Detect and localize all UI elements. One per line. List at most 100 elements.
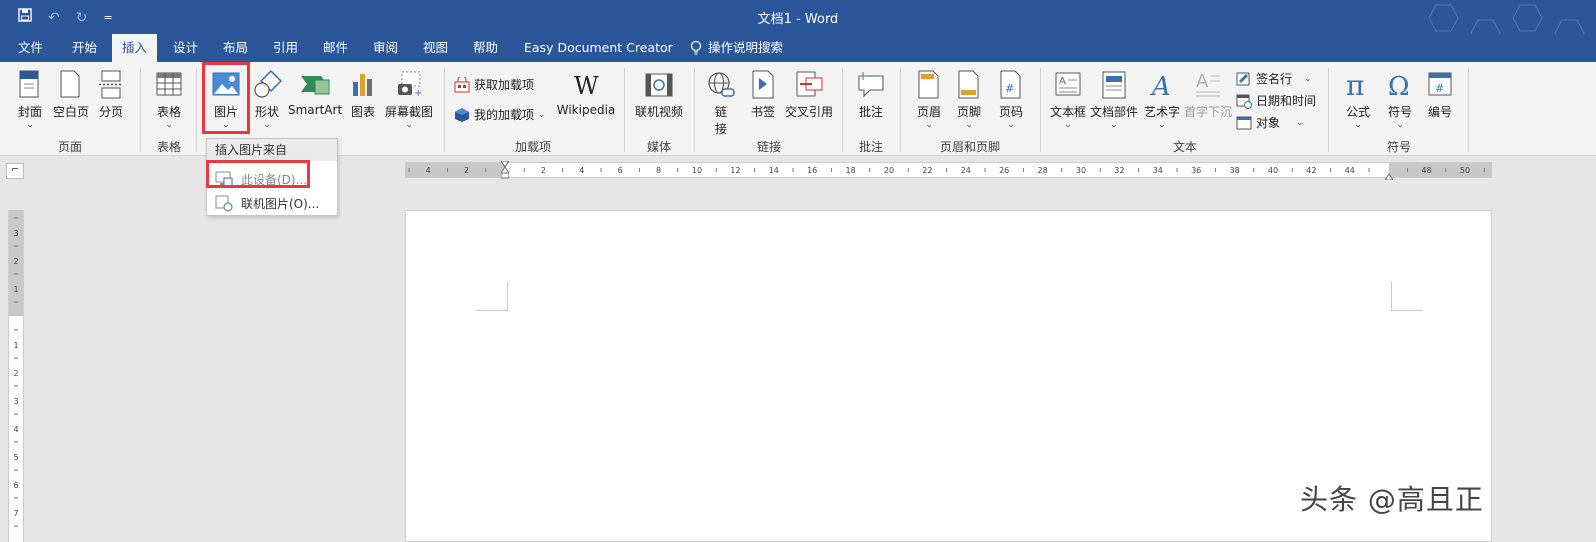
- bookmark-button[interactable]: 书签: [746, 70, 780, 120]
- number-button[interactable]: # 编号: [1422, 70, 1458, 120]
- wordart-button[interactable]: A 艺术字 ⌄: [1142, 70, 1182, 130]
- chevron-down-icon: ⌄: [1296, 117, 1304, 128]
- store-icon: [454, 76, 470, 92]
- watermark-text: 头条 @高且正: [1300, 483, 1484, 516]
- chevron-down-icon: ⌄: [1064, 120, 1072, 130]
- tab-home[interactable]: 开始: [62, 34, 107, 62]
- ruler-label: 3: [13, 397, 18, 406]
- indent-marker[interactable]: [500, 160, 510, 179]
- tab-stop-selector[interactable]: ⌐: [6, 163, 24, 179]
- smartart-button[interactable]: SmartArt: [288, 70, 342, 117]
- pi-icon: π: [1346, 70, 1364, 100]
- blank-page-button[interactable]: 空白页: [50, 70, 92, 120]
- chevron-down-icon: ⌄: [1110, 120, 1118, 130]
- tab-file[interactable]: 文件: [8, 34, 53, 62]
- table-label: 表格: [156, 105, 181, 119]
- chevron-down-icon: ⌄: [405, 120, 413, 130]
- svg-text:π: π: [1346, 70, 1364, 100]
- group-label-tables: 表格: [156, 140, 181, 154]
- ruler-label: 12: [730, 166, 740, 175]
- signature-line-button[interactable]: 签名行 ⌄: [1236, 70, 1312, 87]
- tab-help[interactable]: 帮助: [463, 34, 508, 62]
- chevron-down-icon: ⌄: [1007, 120, 1015, 130]
- tell-me-label: 操作说明搜索: [708, 40, 784, 55]
- blank-page-label: 空白页: [52, 105, 89, 119]
- cube-icon: [455, 107, 469, 122]
- group-separator: [1468, 68, 1469, 152]
- textbox-label: 文本框: [1049, 105, 1086, 119]
- date-time-button[interactable]: 日期和时间: [1236, 92, 1316, 109]
- ruler-ticks: 3 2 1 1 2 3 4 5 6 7: [13, 217, 19, 527]
- group-label-header-footer: 页眉和页脚: [939, 140, 1000, 154]
- tab-layout[interactable]: 布局: [213, 34, 258, 62]
- date-time-label: 日期和时间: [1256, 94, 1317, 108]
- symbol-button[interactable]: Ω 符号 ⌄: [1382, 70, 1418, 130]
- object-button[interactable]: 对象 ⌄: [1236, 114, 1304, 131]
- vertical-ruler[interactable]: 3 2 1 1 2 3 4 5 6 7: [8, 210, 24, 542]
- tab-review[interactable]: 审阅: [363, 34, 408, 62]
- shapes-label: 形状: [254, 105, 279, 119]
- header-button[interactable]: 页眉 ⌄: [912, 70, 946, 130]
- page-number-icon: #: [1000, 70, 1021, 99]
- ruler-label: 1: [13, 341, 18, 350]
- page-number-button[interactable]: # 页码 ⌄: [994, 70, 1028, 130]
- group-separator: [1040, 68, 1041, 152]
- group-separator: [444, 68, 445, 152]
- online-video-label: 联机视频: [634, 105, 683, 119]
- footer-button[interactable]: 页脚 ⌄: [952, 70, 986, 130]
- cover-page-label: 封面: [17, 105, 42, 119]
- right-indent-marker[interactable]: [1384, 169, 1394, 181]
- wikipedia-button[interactable]: W Wikipedia: [556, 70, 616, 117]
- wikipedia-icon: W: [574, 72, 599, 100]
- svg-text:Ω: Ω: [1388, 72, 1410, 100]
- cover-page-button[interactable]: 封面 ⌄: [12, 70, 48, 130]
- tab-design[interactable]: 设计: [163, 34, 208, 62]
- wordart-icon: A: [1150, 72, 1171, 100]
- equation-button[interactable]: π 公式 ⌄: [1340, 70, 1376, 130]
- my-addins-button[interactable]: 我的加载项 ⌄: [454, 106, 546, 123]
- get-addins-button[interactable]: 获取加载项: [454, 76, 534, 93]
- page-break-label: 分页: [98, 105, 123, 119]
- page-break-button[interactable]: 分页: [94, 70, 128, 120]
- ruler-label: 4: [13, 425, 18, 434]
- online-video-button[interactable]: 联机视频: [632, 70, 686, 120]
- cover-page-icon: [19, 70, 39, 98]
- screenshot-button[interactable]: + 屏幕截图 ⌄: [384, 70, 434, 130]
- table-button[interactable]: 表格 ⌄: [150, 70, 188, 130]
- svg-text:W: W: [574, 72, 599, 100]
- ruler-label: 48: [1422, 166, 1432, 175]
- drop-cap-icon: A: [1196, 71, 1220, 97]
- chart-button[interactable]: 图表: [346, 70, 380, 120]
- tab-references[interactable]: 引用: [263, 34, 308, 62]
- drop-cap-button[interactable]: A 首字下沉: [1184, 70, 1232, 120]
- tab-view[interactable]: 视图: [413, 34, 458, 62]
- word-window: ↶ ↻ = 文档1 - Word 文件 开始 插入 设计 布局 引用 邮件 审阅…: [0, 0, 1596, 542]
- cross-reference-button[interactable]: 交叉引用: [784, 70, 834, 120]
- ruler-label: 26: [999, 166, 1009, 175]
- tab-insert[interactable]: 插入: [112, 34, 158, 62]
- ruler-label: 14: [769, 166, 779, 175]
- ruler-label: 24: [961, 166, 971, 175]
- link-button[interactable]: 链 接: [704, 70, 738, 137]
- chevron-down-icon: ⌄: [925, 120, 933, 130]
- header-icon: [918, 70, 939, 99]
- online-pictures-menu-item[interactable]: 联机图片(O)...: [207, 191, 337, 215]
- tab-easy-document-creator[interactable]: Easy Document Creator: [514, 34, 683, 62]
- ruler-label: 4: [579, 166, 584, 175]
- textbox-button[interactable]: A 文本框 ⌄: [1048, 70, 1088, 130]
- group-label-comments: 批注: [858, 140, 883, 154]
- horizontal-ruler[interactable]: 4 2 2 4 6 8 10 12 14 16 18 20 22 24 26 28 30 32 34 36 38 40 42…: [405, 160, 1492, 181]
- new-comment-button[interactable]: + 批注: [852, 70, 890, 120]
- chevron-down-icon: ⌄: [538, 109, 546, 120]
- chevron-down-icon: ⌄: [165, 120, 173, 130]
- group-label-text: 文本: [1172, 140, 1197, 154]
- shapes-button[interactable]: 形状 ⌄: [250, 70, 284, 130]
- tab-mailings[interactable]: 邮件: [313, 34, 358, 62]
- ruler-label: 2: [464, 166, 469, 175]
- quick-parts-icon: [1102, 71, 1126, 99]
- ruler-label: 30: [1076, 166, 1086, 175]
- bar-chart-icon: [353, 74, 372, 96]
- quick-parts-button[interactable]: 文档部件 ⌄: [1090, 70, 1138, 130]
- tell-me-search[interactable]: 操作说明搜索: [680, 34, 793, 62]
- film-icon: [645, 73, 673, 97]
